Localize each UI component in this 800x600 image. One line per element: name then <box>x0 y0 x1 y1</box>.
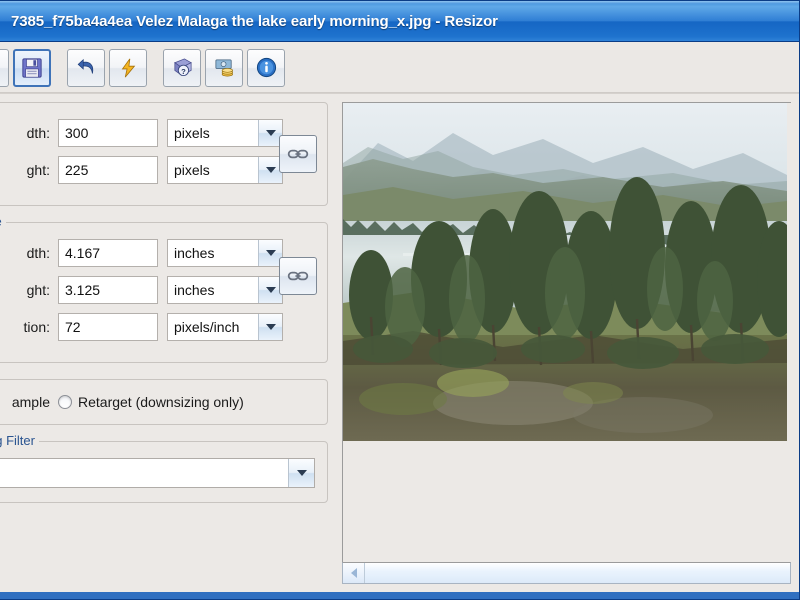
pixel-height-label: ght: <box>26 162 50 178</box>
svg-text:?: ? <box>181 67 186 76</box>
pixel-height-unit-value: pixels <box>174 162 210 178</box>
document-size-group: ze dth: 4.167 inches ght: 3.125 i <box>0 214 328 363</box>
doc-height-unit-value: inches <box>174 282 215 298</box>
preview-horizontal-scrollbar[interactable] <box>342 562 791 584</box>
doc-aspect-link-button[interactable] <box>279 256 317 295</box>
pixel-width-unit-value: pixels <box>174 125 210 141</box>
donate-button[interactable] <box>205 48 243 87</box>
doc-resolution-row: tion: 72 pixels/inch <box>0 313 283 341</box>
preview-frame[interactable] <box>342 102 791 562</box>
undo-button[interactable] <box>67 48 105 87</box>
doc-height-row: ght: 3.125 inches <box>0 276 283 304</box>
pixel-dimensions-group: e dth: 300 pixels ght: 225 pixels <box>0 102 328 206</box>
pixel-link-wrapper <box>267 135 317 173</box>
pixel-aspect-link-button[interactable] <box>279 135 317 173</box>
resample-label: ample <box>11 394 50 410</box>
doc-height-label: ght: <box>26 282 50 298</box>
pixel-width-row: dth: 300 pixels <box>0 119 283 147</box>
open-button[interactable] <box>0 48 9 87</box>
chevron-down-icon[interactable] <box>258 314 282 340</box>
save-button[interactable] <box>13 48 51 87</box>
window-body: e dth: 300 pixels ght: 225 pixels <box>0 94 799 592</box>
save-icon <box>22 57 42 78</box>
window-title: 7385_f75ba4a4ea Velez Malaga the lake ea… <box>11 12 498 30</box>
pixel-width-input[interactable]: 300 <box>58 119 158 147</box>
pixel-width-unit-select[interactable]: pixels <box>167 119 283 147</box>
resampling-filter-select[interactable] <box>0 458 315 488</box>
retarget-row: ample Retarget (downsizing only) <box>0 394 315 410</box>
help-button[interactable]: ? <box>163 48 201 87</box>
undo-icon <box>77 58 94 74</box>
preview-photo <box>343 103 787 441</box>
doc-height-input[interactable]: 3.125 <box>58 276 158 304</box>
resampling-filter-label: ng Filter <box>0 433 39 448</box>
scroll-track[interactable] <box>365 563 790 583</box>
doc-width-unit-value: inches <box>174 245 215 261</box>
doc-width-row: dth: 4.167 inches <box>0 239 283 267</box>
image-preview <box>343 103 787 441</box>
status-bar <box>0 592 799 599</box>
info-icon <box>256 57 276 78</box>
retarget-radio[interactable] <box>58 395 72 409</box>
doc-resolution-unit-select[interactable]: pixels/inch <box>167 313 283 341</box>
open-icon <box>0 56 2 80</box>
help-icon: ? <box>173 58 192 77</box>
scroll-left-button[interactable] <box>343 563 365 583</box>
settings-panel: e dth: 300 pixels ght: 225 pixels <box>0 94 338 592</box>
doc-resolution-label: tion: <box>23 319 50 335</box>
pixel-width-label: dth: <box>26 125 50 141</box>
pixel-height-row: ght: 225 pixels <box>0 156 283 184</box>
donate-icon <box>214 59 233 77</box>
application-window: 7385_f75ba4a4ea Velez Malaga the lake ea… <box>0 0 800 600</box>
lightning-bolt-icon <box>121 58 136 77</box>
pixel-height-input[interactable]: 225 <box>58 156 158 184</box>
chain-link-icon <box>287 271 309 281</box>
preview-panel <box>338 94 799 592</box>
doc-width-input[interactable]: 4.167 <box>58 239 158 267</box>
pixel-height-unit-select[interactable]: pixels <box>167 156 283 184</box>
resampling-filter-group: ng Filter <box>0 433 328 503</box>
document-size-label: ze <box>0 214 6 229</box>
resample-group: ample Retarget (downsizing only) <box>0 379 328 425</box>
retarget-label: Retarget (downsizing only) <box>78 394 244 410</box>
doc-width-unit-select[interactable]: inches <box>167 239 283 267</box>
chevron-left-icon <box>350 568 357 578</box>
toolbar: ? <box>0 42 799 94</box>
doc-height-unit-select[interactable]: inches <box>167 276 283 304</box>
doc-width-label: dth: <box>26 245 50 261</box>
chain-link-icon <box>287 149 309 159</box>
resize-button[interactable] <box>109 48 147 87</box>
chevron-down-icon[interactable] <box>288 459 314 487</box>
title-bar[interactable]: 7385_f75ba4a4ea Velez Malaga the lake ea… <box>0 1 799 42</box>
doc-link-wrapper <box>267 256 317 295</box>
doc-resolution-unit-value: pixels/inch <box>174 319 240 335</box>
info-button[interactable] <box>247 48 285 87</box>
doc-resolution-input[interactable]: 72 <box>58 313 158 341</box>
